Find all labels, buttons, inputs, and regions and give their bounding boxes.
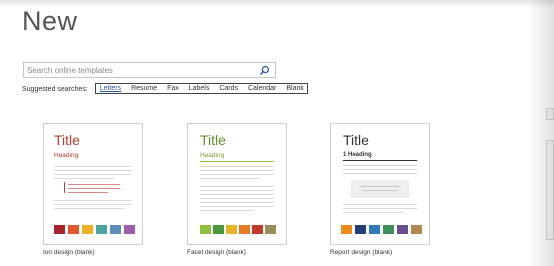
preview-heading: 1 Heading (343, 152, 372, 158)
heading-rule (343, 160, 417, 161)
color-swatch (355, 225, 366, 234)
text-line (343, 212, 403, 213)
color-swatch (411, 225, 422, 234)
text-line (343, 165, 417, 166)
suggested-link-fax[interactable]: Fax (167, 85, 179, 92)
callout-line (359, 186, 401, 187)
text-line (200, 190, 274, 191)
heading-rule (200, 161, 274, 162)
template-thumbnail[interactable]: Title Heading (187, 123, 287, 245)
color-swatch (110, 225, 121, 234)
color-swatch (200, 225, 211, 234)
top-shadow (0, 0, 554, 8)
suggested-searches: Suggested searches: Letters Resume Fax L… (22, 83, 308, 95)
suggested-link-letters[interactable]: Letters (100, 85, 121, 92)
color-swatch (397, 225, 408, 234)
text-line (200, 210, 254, 211)
text-line (200, 206, 274, 207)
suggested-link-cards[interactable]: Cards (219, 85, 238, 92)
color-swatch (252, 225, 263, 234)
color-swatch (369, 225, 380, 234)
suggested-links-box: Letters Resume Fax Labels Cards Calendar… (94, 83, 308, 94)
backstage-new-page: New Suggested searches: Letters Resume F… (0, 0, 554, 266)
text-line (200, 198, 274, 199)
color-swatch (82, 225, 93, 234)
color-swatch (68, 225, 79, 234)
preview-title: Title (54, 132, 80, 148)
color-swatch (383, 225, 394, 234)
right-shadow (526, 0, 554, 266)
text-line (200, 186, 274, 187)
color-swatch (265, 225, 276, 234)
color-swatch (213, 225, 224, 234)
search-box[interactable] (23, 62, 276, 78)
color-swatch (226, 225, 237, 234)
text-line (54, 178, 114, 179)
quote-line (68, 192, 108, 193)
template-name[interactable]: Ion design (blank) (43, 249, 95, 256)
color-swatch (54, 225, 65, 234)
search-icon[interactable] (259, 65, 270, 76)
text-line (54, 170, 132, 171)
preview-heading: Heading (200, 152, 225, 159)
color-swatch (239, 225, 250, 234)
text-line (200, 170, 274, 171)
text-line (343, 169, 417, 170)
preview-heading: Heading (54, 152, 79, 159)
text-line (200, 174, 274, 175)
suggested-link-blank[interactable]: Blank (286, 85, 304, 92)
page-title: New (22, 6, 78, 36)
suggested-searches-label: Suggested searches: (22, 86, 88, 93)
text-line (200, 166, 274, 167)
quote-bar (64, 182, 65, 193)
preview-title: Title (343, 132, 369, 148)
text-line (200, 202, 274, 203)
callout-box (351, 180, 409, 198)
template-name[interactable]: Facet design (blank) (187, 249, 246, 256)
template-name[interactable]: Report design (blank) (330, 249, 392, 256)
text-line (200, 194, 274, 195)
text-line (54, 208, 124, 209)
search-input[interactable] (27, 63, 257, 77)
text-line (54, 204, 132, 205)
quote-line (68, 184, 120, 185)
suggested-link-labels[interactable]: Labels (189, 85, 210, 92)
template-thumbnail[interactable]: Title Heading (43, 123, 143, 245)
color-swatch (341, 225, 352, 234)
text-line (54, 200, 132, 201)
color-swatch (96, 225, 107, 234)
text-line (343, 208, 417, 209)
color-swatch (124, 225, 135, 234)
text-line (200, 178, 260, 179)
text-line (54, 174, 132, 175)
callout-line (363, 190, 397, 191)
suggested-link-calendar[interactable]: Calendar (248, 85, 276, 92)
quote-line (68, 188, 120, 189)
text-line (343, 173, 417, 174)
text-line (343, 204, 417, 205)
template-thumbnail[interactable]: Title 1 Heading (330, 123, 430, 245)
text-line (54, 166, 132, 167)
preview-title: Title (200, 132, 226, 148)
suggested-link-resume[interactable]: Resume (131, 85, 157, 92)
